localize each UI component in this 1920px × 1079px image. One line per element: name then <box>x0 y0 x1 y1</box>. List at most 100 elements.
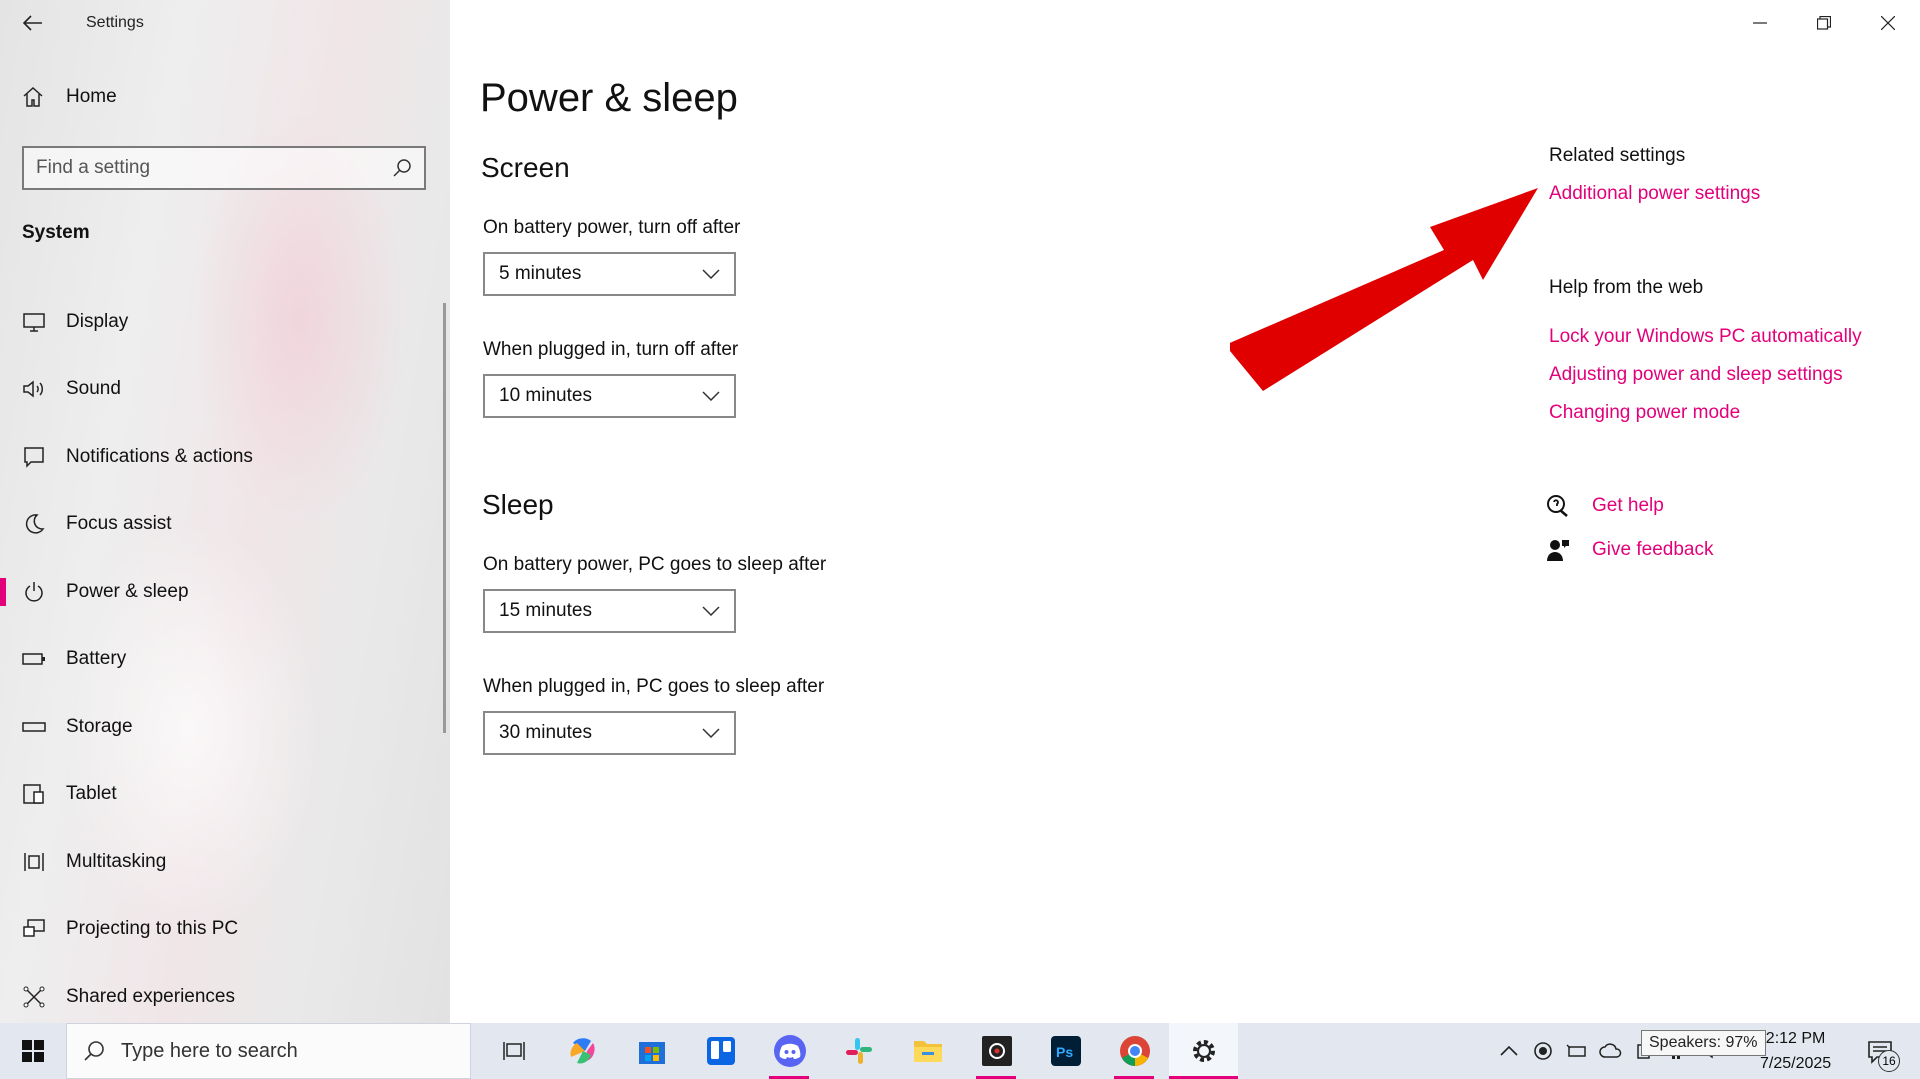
screen-battery-label: On battery power, turn off after <box>483 217 741 238</box>
chevron-down-icon <box>702 728 720 738</box>
battery-tray-button[interactable] <box>1560 1023 1594 1079</box>
sidebar-item-display[interactable]: Display <box>0 288 445 356</box>
search-icon <box>84 1041 104 1061</box>
record-tray-button[interactable] <box>1526 1023 1560 1079</box>
get-help-icon <box>1547 495 1568 517</box>
sidebar-item-projecting[interactable]: Projecting to this PC <box>0 896 445 964</box>
volume-tooltip: Speakers: 97% <box>1641 1030 1766 1056</box>
notification-center-button[interactable]: 16 <box>1858 1030 1902 1074</box>
moon-icon <box>22 512 46 536</box>
clock-date: 7/25/2025 <box>1760 1055 1832 1072</box>
sidebar-item-multitasking[interactable]: Multitasking <box>0 828 445 896</box>
sleep-heading: Sleep <box>482 489 554 520</box>
task-view-button[interactable] <box>479 1023 548 1079</box>
screen-heading: Screen <box>481 152 570 183</box>
chrome-icon <box>1119 1036 1150 1066</box>
sidebar-item-label: Tablet <box>66 783 117 805</box>
screen-plugged-label: When plugged in, turn off after <box>483 339 739 360</box>
additional-power-settings-link[interactable]: Additional power settings <box>1549 183 1760 205</box>
start-button[interactable] <box>0 1023 66 1079</box>
slack-app[interactable] <box>824 1023 893 1079</box>
file-explorer-app[interactable] <box>893 1023 962 1079</box>
give-feedback-row[interactable]: Give feedback <box>1546 538 1713 562</box>
onedrive-tray-button[interactable] <box>1594 1023 1628 1079</box>
gear-icon <box>1192 1040 1215 1062</box>
sleep-battery-dropdown[interactable]: 15 minutes <box>483 589 736 633</box>
get-help-row[interactable]: Get help <box>1546 494 1664 518</box>
taskbar-search[interactable]: Type here to search <box>66 1023 471 1079</box>
search-input[interactable] <box>36 157 376 179</box>
obs-icon <box>981 1036 1012 1066</box>
microsoft-store-app[interactable] <box>617 1023 686 1079</box>
sidebar-scrollbar[interactable] <box>443 303 446 733</box>
obs-app[interactable] <box>962 1023 1031 1079</box>
screen-plugged-dropdown[interactable]: 10 minutes <box>483 374 736 418</box>
sidebar: Settings Home System Display Sound Notif… <box>0 0 450 1023</box>
photoshop-icon: Ps <box>1050 1036 1081 1066</box>
clock[interactable]: 2:12 PM 7/25/2025 <box>1760 1026 1831 1076</box>
show-hidden-icons-button[interactable] <box>1492 1023 1526 1079</box>
back-button[interactable] <box>0 0 66 46</box>
sidebar-item-label: Battery <box>66 648 127 670</box>
help-link-lock-pc[interactable]: Lock your Windows PC automatically <box>1549 326 1862 348</box>
svg-text:Ps: Ps <box>1056 1044 1073 1060</box>
restore-button[interactable] <box>1792 0 1856 46</box>
app-title: Settings <box>86 14 144 31</box>
sidebar-item-label: Power & sleep <box>66 580 189 602</box>
sidebar-item-label: Focus assist <box>66 513 172 535</box>
sidebar-item-notifications[interactable]: Notifications & actions <box>0 423 445 491</box>
nav-list: Display Sound Notifications & actions Fo… <box>0 288 445 1023</box>
give-feedback-link[interactable]: Give feedback <box>1592 539 1713 561</box>
home-label: Home <box>66 86 117 107</box>
chevron-up-icon <box>1500 1046 1518 1056</box>
sidebar-item-label: Notifications & actions <box>66 445 253 467</box>
sidebar-item-tablet[interactable]: Tablet <box>0 761 445 829</box>
notification-icon <box>22 445 46 469</box>
sidebar-item-shared-experiences[interactable]: Shared experiences <box>0 963 445 1023</box>
sidebar-item-battery[interactable]: Battery <box>0 626 445 694</box>
taskbar-apps: Ps <box>479 1023 1238 1079</box>
trello-app[interactable] <box>686 1023 755 1079</box>
taskbar: Type here to search Ps <box>0 1023 1920 1079</box>
dropdown-value: 15 minutes <box>499 600 592 621</box>
cloud-icon <box>1599 1043 1622 1058</box>
sidebar-item-label: Storage <box>66 715 133 737</box>
find-setting-search[interactable] <box>22 146 426 190</box>
close-button[interactable] <box>1856 0 1920 46</box>
page-title: Power & sleep <box>480 76 738 120</box>
related-settings-heading: Related settings <box>1549 145 1686 166</box>
annotation-arrow <box>1230 188 1538 391</box>
multitasking-icon <box>22 850 46 874</box>
home-nav-item[interactable]: Home <box>22 86 117 108</box>
record-icon <box>1534 1042 1552 1060</box>
clock-time: 2:12 PM <box>1765 1030 1826 1047</box>
chevron-down-icon <box>702 391 720 401</box>
get-help-link[interactable]: Get help <box>1592 495 1664 517</box>
help-link-adjust-power[interactable]: Adjusting power and sleep settings <box>1549 364 1843 386</box>
projecting-icon <box>22 917 46 941</box>
sidebar-item-label: Sound <box>66 378 121 400</box>
sidebar-item-storage[interactable]: Storage <box>0 693 445 761</box>
copilot-app[interactable] <box>548 1023 617 1079</box>
discord-app[interactable] <box>755 1023 824 1079</box>
sidebar-item-label: Shared experiences <box>66 985 235 1007</box>
sidebar-item-power-sleep[interactable]: Power & sleep <box>0 558 445 626</box>
folder-icon <box>913 1041 942 1062</box>
screen-battery-dropdown[interactable]: 5 minutes <box>483 252 736 296</box>
dropdown-value: 30 minutes <box>499 722 592 743</box>
slack-icon <box>845 1038 872 1064</box>
sidebar-item-sound[interactable]: Sound <box>0 356 445 424</box>
settings-app[interactable] <box>1169 1023 1238 1079</box>
help-link-power-mode[interactable]: Changing power mode <box>1549 402 1740 424</box>
store-icon <box>638 1042 665 1064</box>
speaker-icon <box>22 377 46 401</box>
chrome-app[interactable] <box>1100 1023 1169 1079</box>
photoshop-app[interactable]: Ps <box>1031 1023 1100 1079</box>
feedback-icon <box>1547 540 1569 561</box>
sidebar-item-focus-assist[interactable]: Focus assist <box>0 491 445 559</box>
sidebar-item-label: Multitasking <box>66 850 167 872</box>
minimize-button[interactable] <box>1728 0 1792 46</box>
home-icon <box>23 86 43 107</box>
sidebar-item-label: Projecting to this PC <box>66 918 239 940</box>
sleep-plugged-dropdown[interactable]: 30 minutes <box>483 711 736 755</box>
